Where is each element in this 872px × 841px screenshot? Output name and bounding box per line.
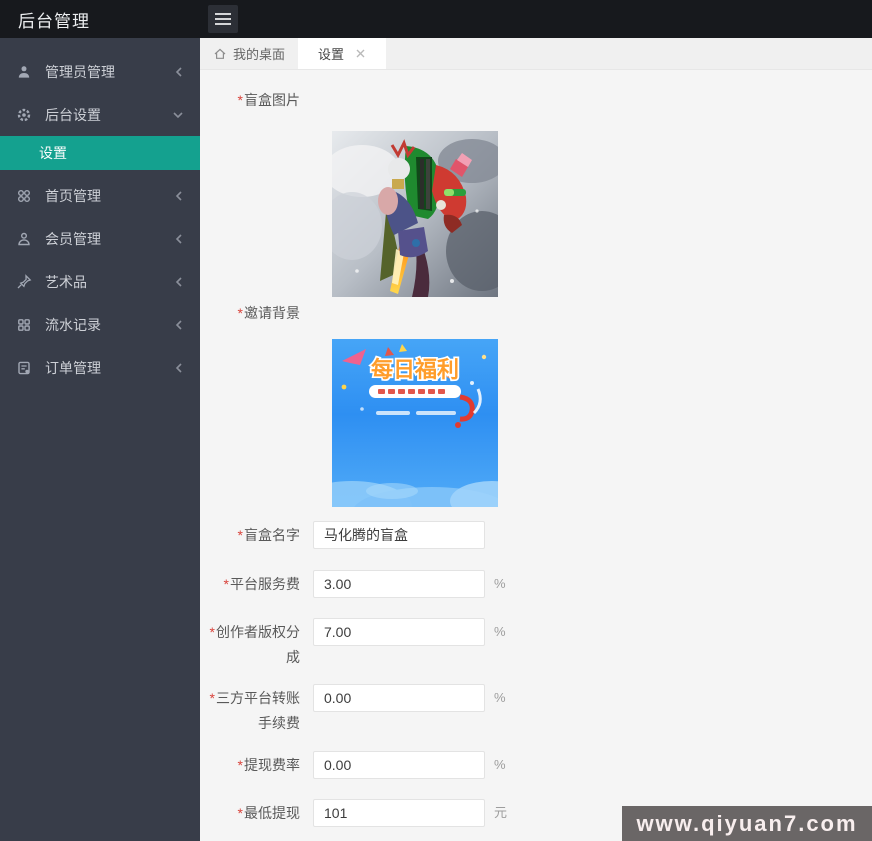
blindbox-image [332,131,498,297]
close-icon[interactable] [355,48,366,59]
sidebar-item-label: 流水记录 [45,315,101,335]
chevron-left-icon [174,276,184,288]
home-icon [213,47,227,61]
sidebar-item-label: 订单管理 [45,358,101,378]
field-row-platform-fee: *平台服务费 % [200,570,506,598]
sidebar-item-label: 首页管理 [45,186,101,206]
chevron-left-icon [174,319,184,331]
artwork-pin-icon [16,274,32,290]
tab-settings[interactable]: 设置 [298,38,386,69]
sidebar-item-artworks[interactable]: 艺术品 [0,260,200,303]
field-label: *创作者版权分成 [200,618,300,670]
chevron-left-icon [174,233,184,245]
blindbox-image-upload[interactable] [332,131,498,297]
admin-page: 后台管理 管理员管理 后台设置 设置 [0,0,872,841]
sidebar-subitem-settings-active[interactable]: 设置 [0,136,200,170]
watermark: www.qiyuan7.com [622,806,872,841]
chevron-left-icon [174,190,184,202]
field-label: *提现费率 [200,751,300,778]
thirdparty-transfer-fee-input[interactable] [313,684,485,712]
settings-form: *盲盒图片 [200,70,872,841]
sidebar-item-label: 会员管理 [45,229,101,249]
field-label-blindbox-image: *盲盒图片 [200,93,300,108]
field-label: *三方平台转账手续费 [200,684,300,736]
hamburger-icon[interactable] [208,5,238,33]
withdraw-rate-input[interactable] [313,751,485,779]
blindbox-name-input[interactable] [313,521,485,549]
homepage-grid-icon [16,188,32,204]
poster-title: 每日福利 [371,357,459,382]
tab-bar: 我的桌面 设置 [200,38,872,70]
field-label-invite-background: *邀请背景 [200,306,300,321]
tab-label: 我的桌面 [233,44,285,63]
field-row-thirdparty-transfer-fee: *三方平台转账手续费 % [200,684,506,736]
field-label: *最低提现 [200,799,300,826]
invite-background-upload[interactable]: 每日福利 [332,339,498,507]
unit-label: % [494,618,506,646]
field-label: *盲盒名字 [200,521,300,548]
sidebar-item-backend-settings[interactable]: 后台设置 [0,93,200,136]
sidebar: 管理员管理 后台设置 设置 首页管理 [0,38,200,841]
sidebar-item-order-management[interactable]: 订单管理 [0,346,200,389]
sidebar-item-admin-management[interactable]: 管理员管理 [0,50,200,93]
app-title: 后台管理 [18,7,90,32]
field-row-withdraw-rate: *提现费率 % [200,751,506,779]
sidebar-item-member-management[interactable]: 会员管理 [0,217,200,260]
gear-icon [16,107,32,123]
unit-label: % [494,751,506,779]
chevron-left-icon [174,362,184,374]
platform-fee-input[interactable] [313,570,485,598]
records-grid-icon [16,317,32,333]
min-withdraw-input[interactable] [313,799,485,827]
chevron-left-icon [174,66,184,78]
orders-doc-icon [16,360,32,376]
admin-user-icon [16,64,32,80]
unit-label: 元 [494,799,507,827]
required-asterisk: * [238,92,243,108]
sidebar-item-homepage-management[interactable]: 首页管理 [0,174,200,217]
field-row-min-withdraw: *最低提现 元 [200,799,507,827]
creator-royalty-input[interactable] [313,618,485,646]
sidebar-subitem-label: 设置 [39,143,67,163]
main-content: 我的桌面 设置 *盲盒图片 [200,38,872,841]
sidebar-item-label: 管理员管理 [45,62,115,82]
required-asterisk: * [238,305,243,321]
sidebar-item-label: 艺术品 [45,272,87,292]
watermark-text: www.qiyuan7.com [636,811,857,837]
field-row-creator-royalty: *创作者版权分成 % [200,618,506,670]
unit-label: % [494,570,506,598]
tab-label: 设置 [318,44,344,63]
member-user-icon [16,231,32,247]
unit-label: % [494,684,506,712]
field-row-blindbox-name: *盲盒名字 [200,521,485,549]
sidebar-item-label: 后台设置 [45,105,101,125]
sidebar-item-transaction-records[interactable]: 流水记录 [0,303,200,346]
tab-my-desktop[interactable]: 我的桌面 [200,38,298,69]
topbar: 后台管理 [0,0,872,38]
invite-background-image: 每日福利 [332,339,498,507]
field-label: *平台服务费 [200,570,300,597]
chevron-down-icon [172,110,184,120]
